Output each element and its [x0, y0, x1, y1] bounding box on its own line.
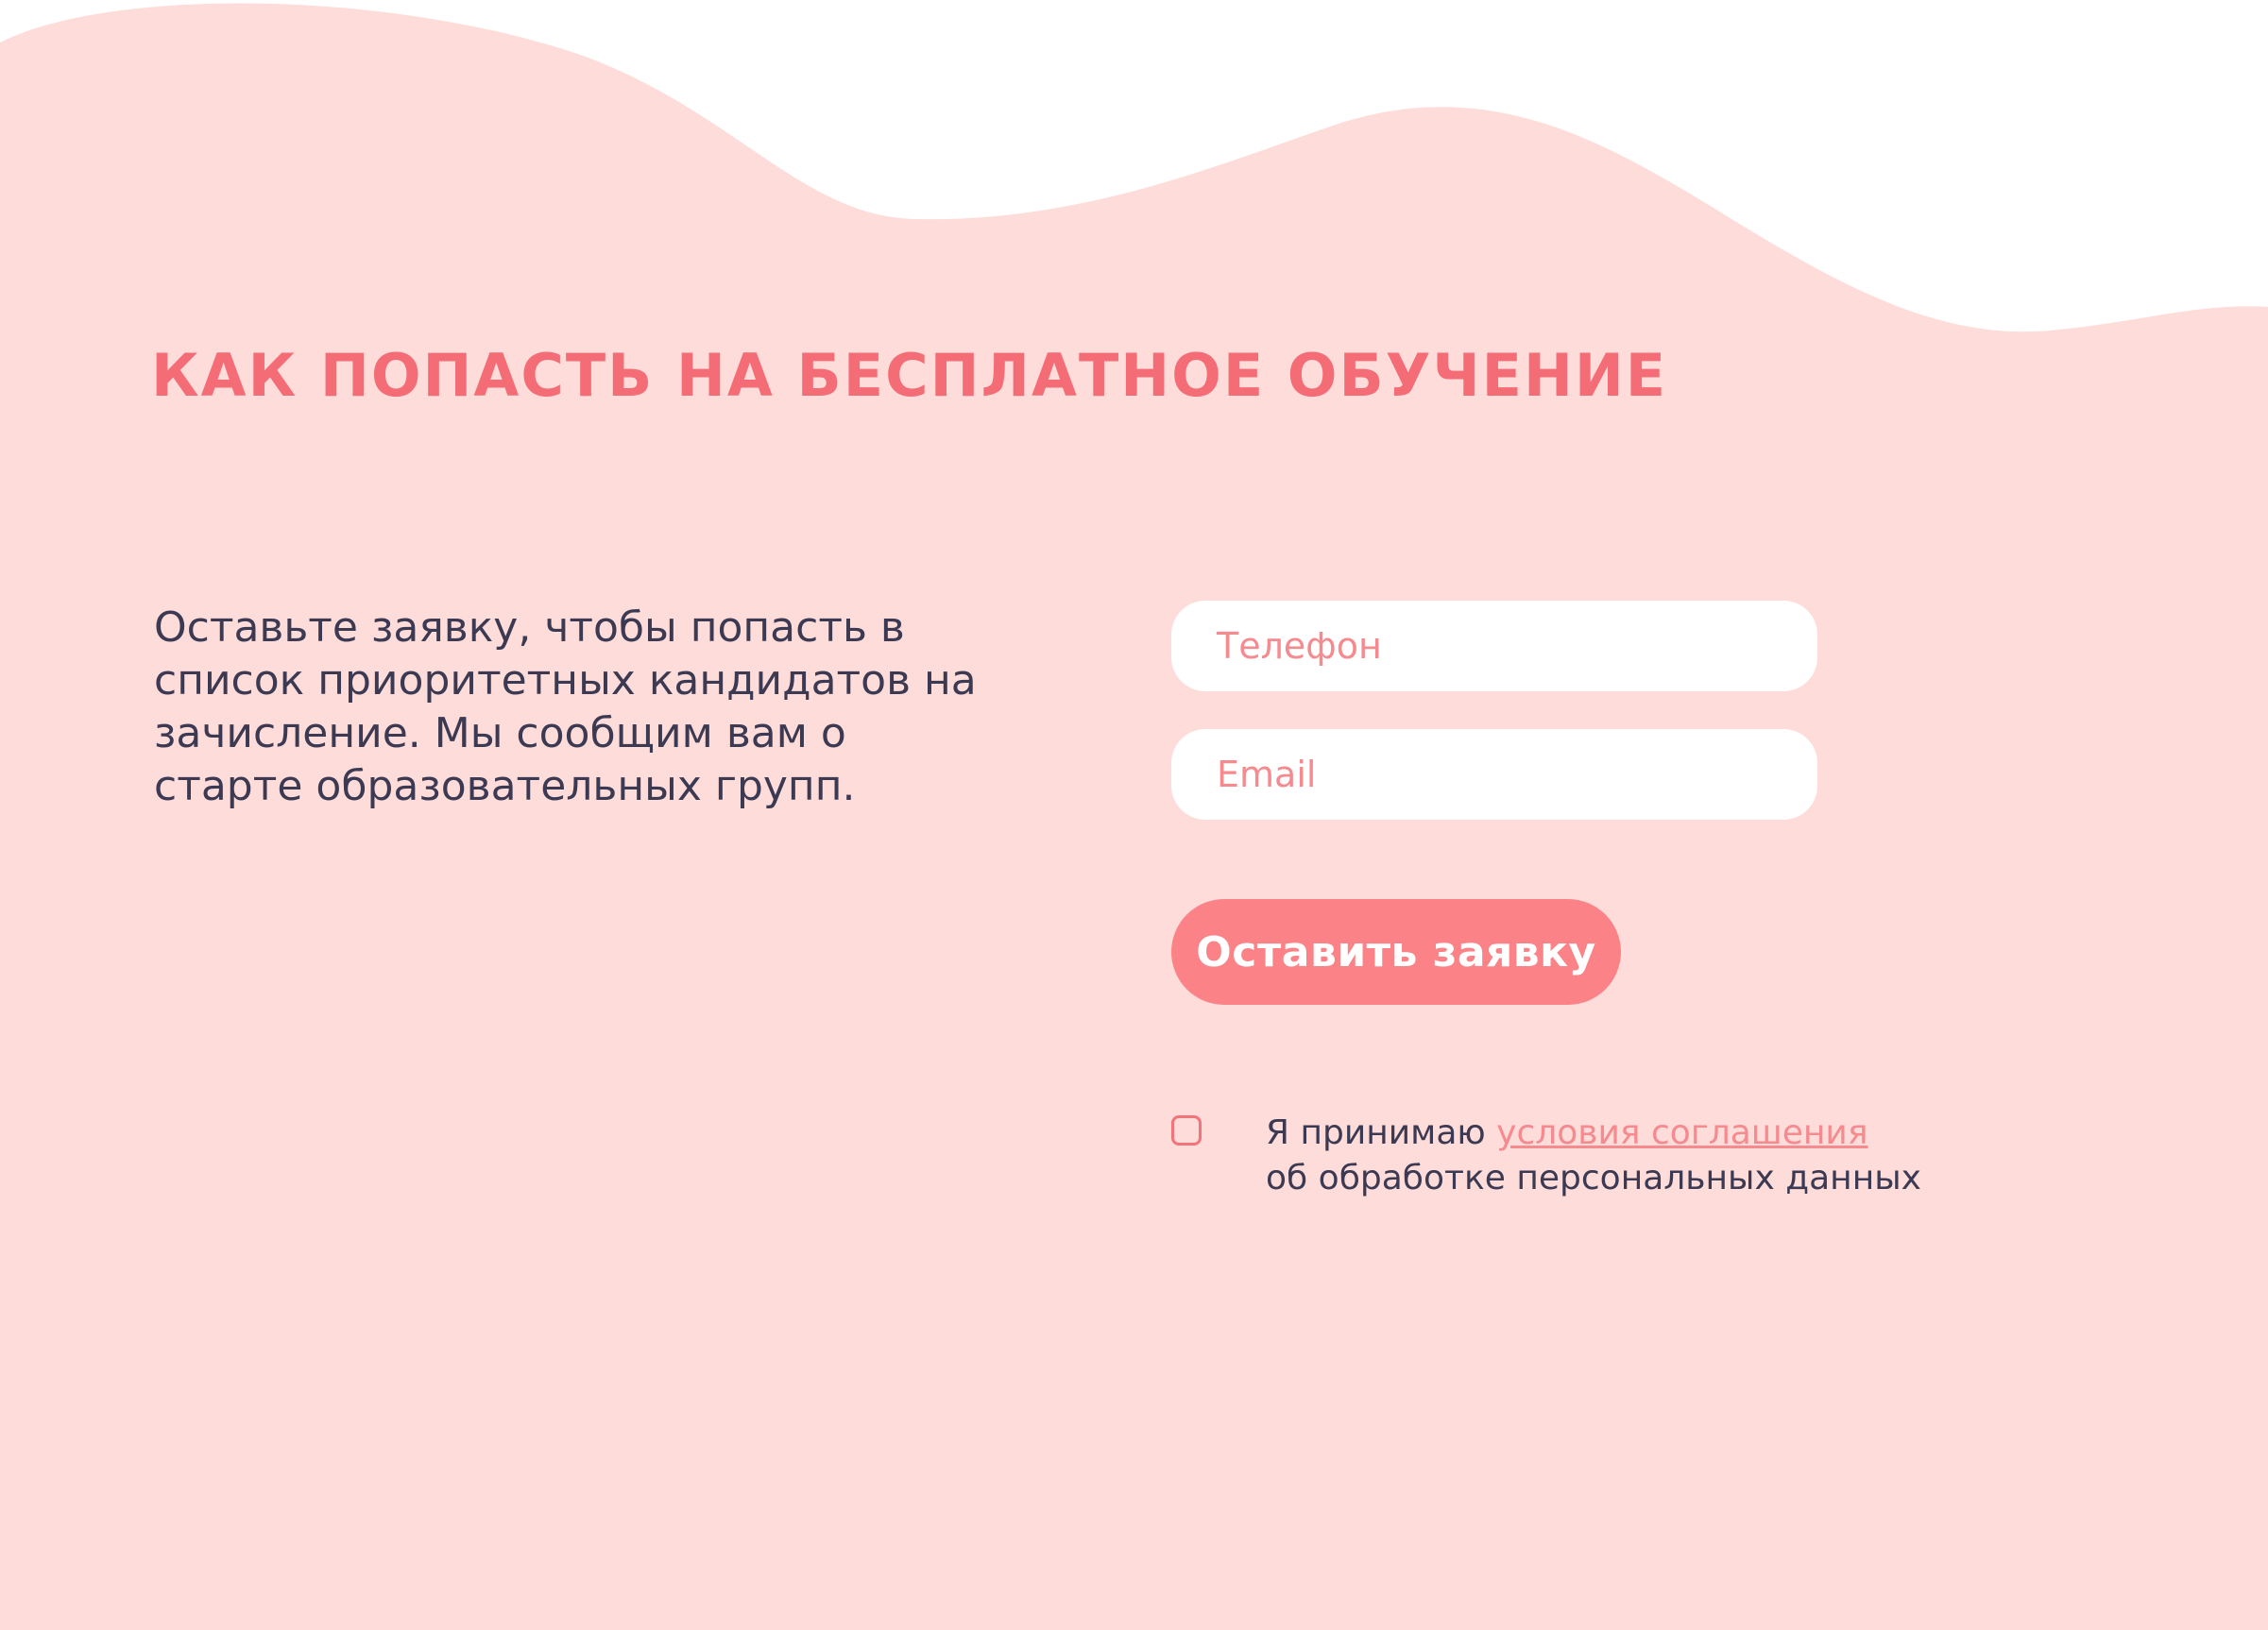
consent-text-before: Я принимаю [1266, 1113, 1497, 1152]
consent-checkbox[interactable] [1171, 1115, 1202, 1146]
phone-input[interactable] [1171, 601, 1817, 691]
pink-wave-background [0, 3, 2268, 1630]
submit-application-button[interactable]: Оставить заявку [1171, 899, 1621, 1005]
consent-text-after: об обработке персональных данных [1266, 1159, 1921, 1197]
consent-text: Я принимаю условия соглашения об обработ… [1266, 1111, 1984, 1201]
description-text: Оставьте заявку, чтобы попасть в список … [154, 603, 977, 810]
page-title: КАК ПОПАСТЬ НА БЕСПЛАТНОЕ ОБУЧЕНИЕ [151, 341, 1668, 410]
agreement-terms-link[interactable]: условия соглашения [1496, 1113, 1867, 1152]
email-input[interactable] [1171, 729, 1817, 820]
